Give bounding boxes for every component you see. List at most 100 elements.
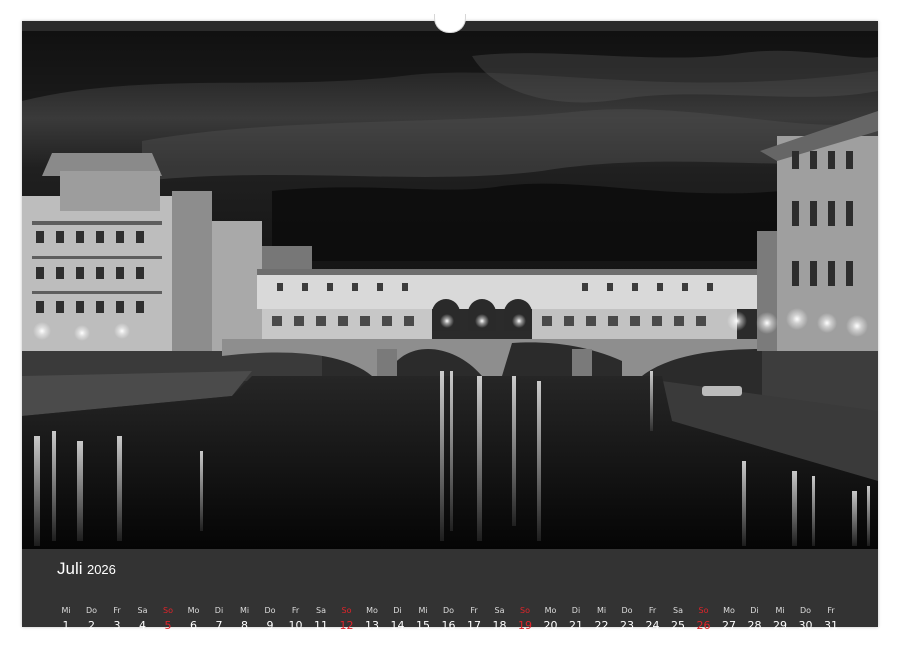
day-cell: So 19 bbox=[511, 606, 539, 633]
weekday-label: Mi bbox=[231, 606, 259, 616]
day-cell: Mo 13 bbox=[358, 606, 386, 633]
weekday-label: Fr bbox=[817, 606, 845, 616]
day-number: 19 bbox=[511, 619, 539, 633]
day-cell: Mi 22 bbox=[588, 606, 616, 633]
weekday-label: Di bbox=[562, 606, 590, 616]
day-number: 14 bbox=[384, 619, 412, 633]
day-cell: So 12 bbox=[333, 606, 361, 633]
day-number: 13 bbox=[358, 619, 386, 633]
weekday-label: Sa bbox=[486, 606, 514, 616]
weekday-label: Di bbox=[741, 606, 769, 616]
day-cell: Do 16 bbox=[435, 606, 463, 633]
day-number: 1 bbox=[52, 619, 80, 633]
day-cell: Mi 8 bbox=[231, 606, 259, 633]
day-number: 31 bbox=[817, 619, 845, 633]
day-number: 28 bbox=[741, 619, 769, 633]
weekday-label: Do bbox=[792, 606, 820, 616]
day-number: 7 bbox=[205, 619, 233, 633]
day-cell: Di 28 bbox=[741, 606, 769, 633]
weekday-label: Mo bbox=[358, 606, 386, 616]
day-number: 16 bbox=[435, 619, 463, 633]
day-number: 20 bbox=[537, 619, 565, 633]
day-number: 22 bbox=[588, 619, 616, 633]
day-number: 25 bbox=[664, 619, 692, 633]
day-cell: Do 2 bbox=[78, 606, 106, 633]
day-number: 10 bbox=[282, 619, 310, 633]
day-cell: Sa 18 bbox=[486, 606, 514, 633]
day-cell: Mi 1 bbox=[52, 606, 80, 633]
day-cell: Di 7 bbox=[205, 606, 233, 633]
weekday-label: Sa bbox=[129, 606, 157, 616]
weekday-label: Fr bbox=[103, 606, 131, 616]
day-cell: Di 21 bbox=[562, 606, 590, 633]
calendar-band: Juli 2026 Mi1Do2Fr3Sa4So5Mo6Di7Mi8Do9Fr1… bbox=[22, 549, 878, 627]
weekday-label: So bbox=[154, 606, 182, 616]
weekday-label: Fr bbox=[282, 606, 310, 616]
day-cell: Fr 24 bbox=[639, 606, 667, 633]
calendar-photo bbox=[22, 31, 878, 549]
weekday-label: Mo bbox=[715, 606, 743, 616]
day-cell: Mi 15 bbox=[409, 606, 437, 633]
weekday-label: Mo bbox=[537, 606, 565, 616]
weekday-label: Fr bbox=[460, 606, 488, 616]
weekday-label: Fr bbox=[639, 606, 667, 616]
day-number: 9 bbox=[256, 619, 284, 633]
weekday-label: So bbox=[690, 606, 718, 616]
weekday-label: Sa bbox=[307, 606, 335, 616]
day-number: 3 bbox=[103, 619, 131, 633]
day-cell: Di 14 bbox=[384, 606, 412, 633]
day-cell: Mo 20 bbox=[537, 606, 565, 633]
weekday-label: Mo bbox=[180, 606, 208, 616]
day-number: 6 bbox=[180, 619, 208, 633]
day-number: 23 bbox=[613, 619, 641, 633]
day-cell: Mo 6 bbox=[180, 606, 208, 633]
day-cell: So 5 bbox=[154, 606, 182, 633]
day-number: 2 bbox=[78, 619, 106, 633]
weekday-label: Mi bbox=[409, 606, 437, 616]
day-cell: Fr 31 bbox=[817, 606, 845, 633]
day-number: 21 bbox=[562, 619, 590, 633]
day-number: 5 bbox=[154, 619, 182, 633]
day-cell: Fr 17 bbox=[460, 606, 488, 633]
day-cell: Sa 11 bbox=[307, 606, 335, 633]
day-number: 17 bbox=[460, 619, 488, 633]
day-cell: Do 30 bbox=[792, 606, 820, 633]
weekday-label: Mi bbox=[52, 606, 80, 616]
weekday-label: Do bbox=[78, 606, 106, 616]
day-cell: Fr 10 bbox=[282, 606, 310, 633]
weekday-label: Do bbox=[613, 606, 641, 616]
day-number: 24 bbox=[639, 619, 667, 633]
weekday-label: Mi bbox=[588, 606, 616, 616]
month-title: Juli 2026 bbox=[57, 559, 116, 579]
day-number: 29 bbox=[766, 619, 794, 633]
weekday-label: Sa bbox=[664, 606, 692, 616]
weekday-label: Di bbox=[205, 606, 233, 616]
day-cell: Do 23 bbox=[613, 606, 641, 633]
calendar-page: Juli 2026 Mi1Do2Fr3Sa4So5Mo6Di7Mi8Do9Fr1… bbox=[22, 21, 878, 627]
day-number: 30 bbox=[792, 619, 820, 633]
day-number: 27 bbox=[715, 619, 743, 633]
month-name: Juli bbox=[57, 559, 83, 578]
day-cell: Fr 3 bbox=[103, 606, 131, 633]
day-cell: So 26 bbox=[690, 606, 718, 633]
day-cell: Mi 29 bbox=[766, 606, 794, 633]
day-grid: Mi1Do2Fr3Sa4So5Mo6Di7Mi8Do9Fr10Sa11So12M… bbox=[52, 606, 860, 652]
day-number: 8 bbox=[231, 619, 259, 633]
day-number: 26 bbox=[690, 619, 718, 633]
weekday-label: So bbox=[333, 606, 361, 616]
weekday-label: Do bbox=[256, 606, 284, 616]
weekday-label: Di bbox=[384, 606, 412, 616]
day-cell: Sa 4 bbox=[129, 606, 157, 633]
day-cell: Sa 25 bbox=[664, 606, 692, 633]
weekday-label: Mi bbox=[766, 606, 794, 616]
month-year: 2026 bbox=[87, 562, 116, 577]
weekday-label: Do bbox=[435, 606, 463, 616]
day-number: 12 bbox=[333, 619, 361, 633]
day-cell: Mo 27 bbox=[715, 606, 743, 633]
day-number: 4 bbox=[129, 619, 157, 633]
weekday-label: So bbox=[511, 606, 539, 616]
day-number: 15 bbox=[409, 619, 437, 633]
day-number: 11 bbox=[307, 619, 335, 633]
day-number: 18 bbox=[486, 619, 514, 633]
day-cell: Do 9 bbox=[256, 606, 284, 633]
